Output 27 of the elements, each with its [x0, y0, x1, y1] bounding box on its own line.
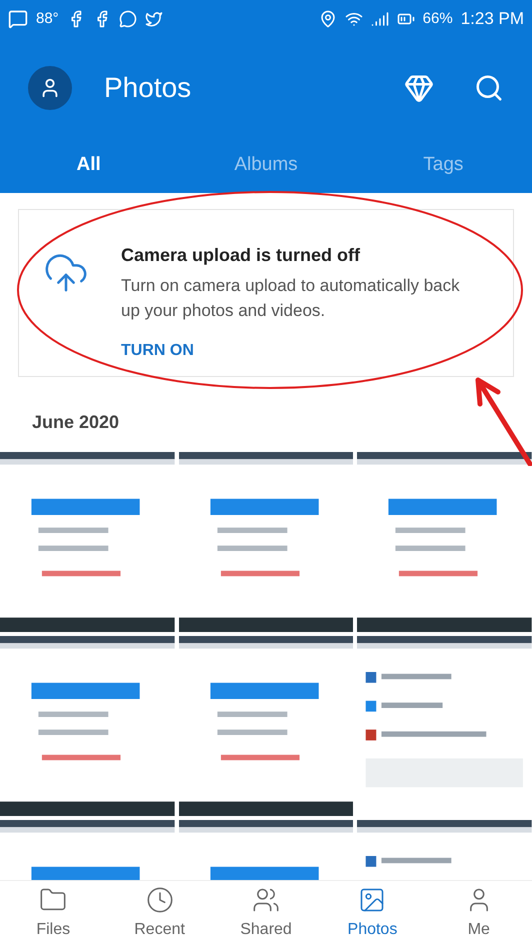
page-title: Photos — [104, 71, 192, 105]
nav-item[interactable]: Me — [426, 881, 532, 946]
search-icon[interactable] — [474, 73, 504, 103]
turn-on-link[interactable]: TURN ON — [121, 339, 471, 363]
bird-icon — [144, 10, 163, 28]
signal-icon — [370, 10, 389, 28]
tab[interactable]: Albums — [177, 138, 355, 193]
avatar-button[interactable] — [28, 66, 72, 110]
nav-item[interactable]: Files — [0, 881, 106, 946]
location-icon — [318, 10, 337, 28]
card-message: Turn on camera upload to automatically back up your photos and videos. — [121, 275, 461, 322]
nav-item[interactable]: Shared — [212, 881, 320, 946]
image-icon — [358, 886, 386, 914]
clock-text: 1:23 PM — [460, 8, 524, 30]
message-icon — [8, 9, 28, 29]
card-title: Camera upload is turned off — [121, 244, 362, 267]
diamond-icon[interactable] — [404, 73, 434, 103]
tab[interactable]: All — [0, 138, 178, 193]
nav-item[interactable]: Photos — [319, 881, 426, 946]
battery-text: 66% — [422, 8, 453, 29]
wifi-icon — [344, 10, 363, 28]
tab[interactable]: Tags — [354, 138, 532, 193]
nav-item[interactable]: Recent — [106, 881, 213, 946]
temperature-text: 88° — [36, 8, 59, 29]
clock-icon — [146, 886, 174, 914]
section-heading: June 2020 — [31, 411, 120, 434]
chat-icon — [118, 10, 137, 28]
